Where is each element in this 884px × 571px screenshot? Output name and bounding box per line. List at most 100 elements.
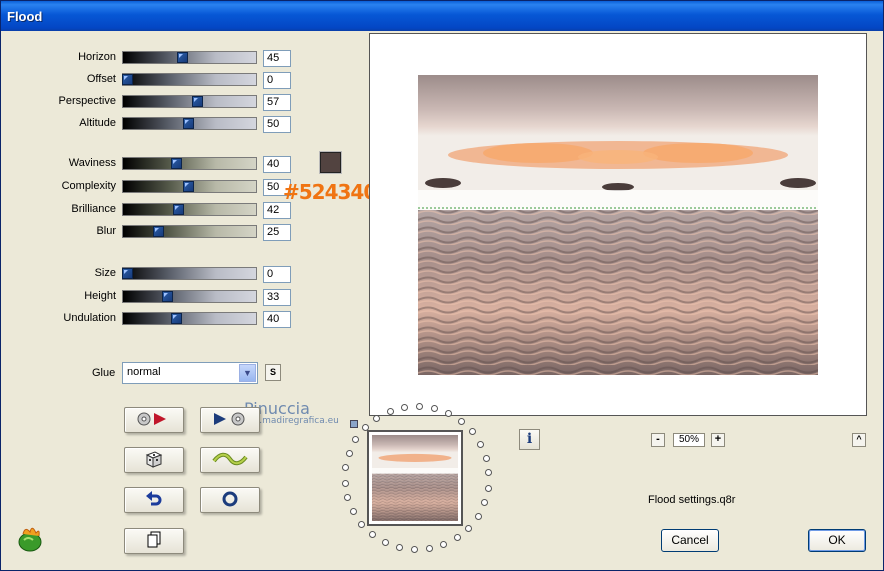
zoom-out-button[interactable]: - — [651, 433, 665, 447]
info-button[interactable]: i — [519, 429, 540, 450]
slider-value-waviness[interactable]: 40 — [263, 156, 291, 173]
ring-dot[interactable] — [430, 404, 438, 412]
slider-thumb-perspective[interactable] — [192, 96, 203, 107]
dialog-client: Horizon 45 Offset 0 Perspective 57 Altitude 50 W… — [4, 31, 880, 568]
thumbnail-navigator[interactable] — [367, 430, 463, 526]
ring-dot[interactable] — [468, 428, 476, 436]
glue-select[interactable]: normal ▼ — [122, 362, 258, 384]
ring-dot[interactable] — [440, 541, 448, 549]
slider-label-size: Size — [94, 267, 116, 279]
record-play-button[interactable] — [124, 407, 184, 433]
undo-icon — [145, 490, 163, 511]
slider-value-size[interactable]: 0 — [263, 266, 291, 283]
slider-label-altitude: Altitude — [79, 117, 116, 129]
slider-thumb-altitude[interactable] — [183, 118, 194, 129]
ring-dot[interactable] — [465, 524, 473, 532]
ring-dot[interactable] — [400, 403, 408, 411]
slider-track-blur[interactable] — [122, 225, 257, 238]
slider-value-offset[interactable]: 0 — [263, 72, 291, 89]
ring-dot[interactable] — [369, 531, 377, 539]
ring-dot[interactable] — [344, 494, 352, 502]
slider-track-undulation[interactable] — [122, 312, 257, 325]
slider-track-offset[interactable] — [122, 73, 257, 86]
slider-thumb-size[interactable] — [122, 268, 133, 279]
slider-track-horizon[interactable] — [122, 51, 257, 64]
slider-value-brilliance[interactable]: 42 — [263, 202, 291, 219]
ring-dot[interactable] — [485, 469, 493, 477]
chevron-down-icon[interactable]: ▼ — [239, 364, 256, 382]
slider-label-horizon: Horizon — [78, 51, 116, 63]
slider-label-undulation: Undulation — [63, 312, 116, 324]
ring-dot[interactable] — [373, 414, 381, 422]
slider-track-brilliance[interactable] — [122, 203, 257, 216]
preview-panel[interactable] — [369, 33, 867, 416]
slider-label-offset: Offset — [86, 73, 116, 85]
ring-dot[interactable] — [396, 544, 404, 552]
ring-dot[interactable] — [426, 545, 433, 553]
slider-track-size[interactable] — [122, 267, 257, 280]
ring-dot[interactable] — [342, 464, 350, 472]
ring-dot[interactable] — [410, 546, 418, 554]
cancel-button[interactable]: Cancel — [661, 529, 719, 552]
ring-dot[interactable] — [477, 440, 485, 448]
wave-button[interactable] — [200, 447, 260, 473]
slider-value-undulation[interactable]: 40 — [263, 311, 291, 328]
ok-button[interactable]: OK — [808, 529, 866, 552]
slider-track-perspective[interactable] — [122, 95, 257, 108]
ring-dot[interactable] — [481, 499, 489, 507]
slider-value-height[interactable]: 33 — [263, 289, 291, 306]
slider-thumb-undulation[interactable] — [171, 313, 182, 324]
undo-button[interactable] — [124, 487, 184, 513]
ring-dot[interactable] — [349, 508, 357, 516]
slider-track-waviness[interactable] — [122, 157, 257, 170]
slider-thumb-height[interactable] — [162, 291, 173, 302]
ring-dot[interactable] — [345, 449, 353, 457]
glue-s-button[interactable]: S — [265, 364, 281, 381]
color-swatch[interactable] — [320, 152, 341, 173]
slider-thumb-waviness[interactable] — [171, 158, 182, 169]
ring-dot[interactable] — [482, 454, 490, 462]
copy-icon — [146, 531, 162, 552]
ring-dot[interactable] — [453, 534, 461, 542]
slider-label-brilliance: Brilliance — [71, 203, 116, 215]
ring-dot[interactable] — [381, 539, 389, 547]
slider-track-height[interactable] — [122, 290, 257, 303]
reset-circle-icon — [221, 490, 239, 511]
copy-button[interactable] — [124, 528, 184, 554]
slider-label-blur: Blur — [96, 225, 116, 237]
slider-thumb-complexity[interactable] — [183, 181, 194, 192]
slider-value-perspective[interactable]: 57 — [263, 94, 291, 111]
reset-button[interactable] — [200, 487, 260, 513]
slider-thumb-blur[interactable] — [153, 226, 164, 237]
slider-label-perspective: Perspective — [58, 95, 116, 107]
ring-dot[interactable] — [386, 407, 394, 415]
slider-thumb-horizon[interactable] — [177, 52, 188, 63]
zoom-in-button[interactable]: + — [711, 433, 725, 447]
thumbnail-corner-handle[interactable] — [350, 420, 358, 428]
preview-image — [418, 75, 818, 375]
randomize-button[interactable] — [124, 447, 184, 473]
ring-dot[interactable] — [416, 402, 423, 410]
window-title: Flood — [7, 9, 43, 24]
ring-dot[interactable] — [484, 484, 492, 492]
slider-thumb-offset[interactable] — [122, 74, 133, 85]
zoom-level: 50% — [673, 433, 705, 447]
ring-dot[interactable] — [474, 512, 482, 520]
color-annotation: #524340 — [283, 180, 377, 204]
slider-value-horizon[interactable]: 45 — [263, 50, 291, 67]
ring-dot[interactable] — [358, 520, 366, 528]
flaming-pear-logo-icon — [15, 524, 45, 555]
ring-dot[interactable] — [341, 479, 349, 487]
slider-thumb-brilliance[interactable] — [173, 204, 184, 215]
flood-dialog: Flood Horizon 45 Offset 0 Perspective 57 Altit… — [0, 0, 884, 571]
ring-dot[interactable] — [457, 417, 465, 425]
glue-select-value: normal — [127, 366, 161, 378]
ring-dot[interactable] — [445, 409, 453, 417]
ring-dot[interactable] — [352, 436, 360, 444]
play-button[interactable] — [200, 407, 260, 433]
slider-label-complexity: Complexity — [61, 180, 116, 192]
expand-up-button[interactable]: ^ — [852, 433, 866, 447]
title-bar[interactable]: Flood — [1, 1, 883, 31]
slider-value-altitude[interactable]: 50 — [263, 116, 291, 133]
slider-value-blur[interactable]: 25 — [263, 224, 291, 241]
